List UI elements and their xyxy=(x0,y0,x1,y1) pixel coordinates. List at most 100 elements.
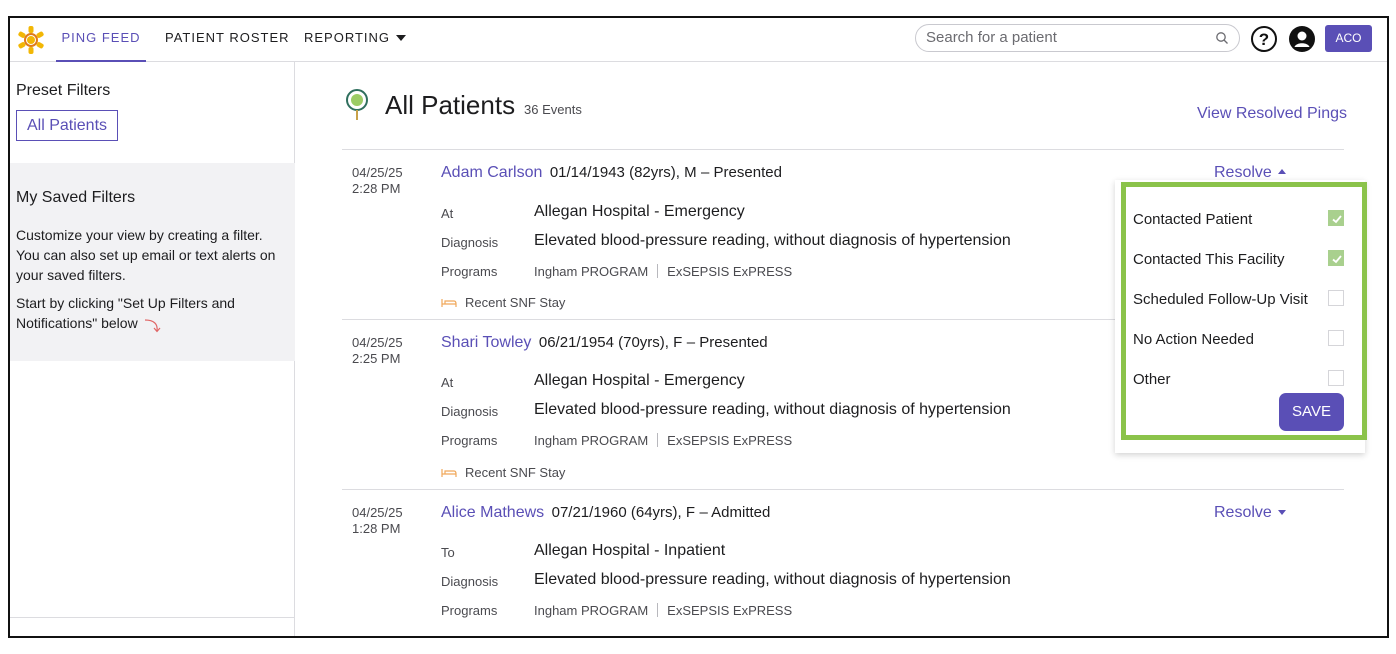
search-icon[interactable] xyxy=(1215,31,1229,45)
preset-filters-title: Preset Filters xyxy=(16,82,111,99)
location-value: Allegan Hospital - Emergency xyxy=(534,372,745,389)
checkbox-no-action[interactable] xyxy=(1328,330,1344,346)
user-avatar-icon[interactable] xyxy=(1288,25,1316,53)
checkmark-icon xyxy=(1332,215,1342,224)
programs-value: Ingham PROGRAM ExSEPSIS ExPRESS xyxy=(534,603,792,618)
program-tag: ExSEPSIS ExPRESS xyxy=(667,433,793,448)
resolve-option-contacted-patient[interactable]: Contacted Patient xyxy=(1133,211,1252,228)
ping-location-icon xyxy=(346,89,368,120)
nav-ping-feed[interactable]: PING FEED xyxy=(56,18,146,62)
programs-label: Programs xyxy=(441,603,498,618)
programs-label: Programs xyxy=(441,433,498,448)
location-label: At xyxy=(441,206,454,221)
ping-date: 04/25/25 xyxy=(352,165,403,180)
saved-filters-panel: My Saved Filters Customize your view by … xyxy=(10,163,295,361)
view-resolved-pings-link[interactable]: View Resolved Pings xyxy=(1197,105,1347,123)
ping-date: 04/25/25 xyxy=(352,505,403,520)
save-button[interactable]: SAVE xyxy=(1279,393,1344,431)
snf-stay-label: Recent SNF Stay xyxy=(465,295,566,310)
programs-label: Programs xyxy=(441,264,498,279)
diagnosis-value: Elevated blood-pressure reading, without… xyxy=(534,232,1011,249)
nav-patient-roster[interactable]: PATIENT ROSTER xyxy=(165,18,290,62)
event-count: 36 Events xyxy=(524,102,582,117)
snf-stay-badge: Recent SNF Stay xyxy=(441,295,565,310)
page-title: All Patients xyxy=(385,90,516,120)
ping-time: 2:25 PM xyxy=(352,351,401,366)
location-value: Allegan Hospital - Inpatient xyxy=(534,542,726,559)
help-icon[interactable]: ? xyxy=(1250,25,1278,53)
program-tag: Ingham PROGRAM xyxy=(534,433,649,448)
ping-timestamp: 04/25/25 1:28 PM xyxy=(352,505,403,537)
bed-icon xyxy=(441,469,457,477)
resolve-toggle[interactable]: Resolve xyxy=(1214,504,1286,522)
snf-stay-label: Recent SNF Stay xyxy=(465,465,566,480)
curved-arrow-icon xyxy=(144,319,161,333)
patient-dob: 07/21/1960 (64yrs), F xyxy=(551,504,696,521)
program-tag: Ingham PROGRAM xyxy=(534,264,649,279)
patient-dob: 06/21/1954 (70yrs), F xyxy=(538,334,683,351)
ping-status: – Presented xyxy=(686,334,768,351)
ping-timestamp: 04/25/25 2:28 PM xyxy=(352,165,403,197)
checkbox-contacted-facility[interactable] xyxy=(1328,250,1344,266)
search-input[interactable]: Search for a patient xyxy=(915,24,1240,52)
resolve-option-other[interactable]: Other xyxy=(1133,371,1171,388)
checkmark-icon xyxy=(1332,255,1342,264)
search-placeholder: Search for a patient xyxy=(926,29,1057,46)
ping-entry: 04/25/25 1:28 PM Alice Mathews 07/21/1960… xyxy=(342,489,1344,636)
patient-name-link[interactable]: Alice Mathews xyxy=(441,504,544,521)
logo-icon xyxy=(18,26,44,54)
location-value: Allegan Hospital - Emergency xyxy=(534,203,745,220)
diagnosis-value: Elevated blood-pressure reading, without… xyxy=(534,571,1011,588)
ping-timestamp: 04/25/25 2:25 PM xyxy=(352,335,403,367)
caret-down-icon xyxy=(396,35,407,41)
resolve-option-contacted-facility[interactable]: Contacted This Facility xyxy=(1133,251,1284,268)
sidebar: Preset Filters All Patients My Saved Fil… xyxy=(10,62,295,636)
saved-filters-title: My Saved Filters xyxy=(16,189,136,206)
ping-time: 2:28 PM xyxy=(352,181,401,196)
checkbox-follow-up[interactable] xyxy=(1328,290,1344,306)
saved-filters-description: Customize your view by creating a filter… xyxy=(16,227,276,283)
location-label: To xyxy=(441,545,455,560)
programs-value: Ingham PROGRAM ExSEPSIS ExPRESS xyxy=(534,433,792,448)
ping-date: 04/25/25 xyxy=(352,335,403,350)
diagnosis-label: Diagnosis xyxy=(441,235,499,250)
caret-up-icon xyxy=(1277,169,1286,174)
nav-reporting-label: REPORTING xyxy=(304,30,391,45)
sidebar-divider xyxy=(10,617,295,618)
diagnosis-label: Diagnosis xyxy=(441,574,499,589)
programs-value: Ingham PROGRAM ExSEPSIS ExPRESS xyxy=(534,264,792,279)
patient-header: Shari Towley 06/21/1954 (70yrs), F – Pre… xyxy=(441,334,768,352)
ping-status: – Admitted xyxy=(699,504,771,521)
diagnosis-label: Diagnosis xyxy=(441,404,499,419)
caret-down-icon xyxy=(1277,510,1286,515)
nav-reporting[interactable]: REPORTING xyxy=(304,18,407,62)
saved-filters-hint: Start by clicking "Set Up Filters and No… xyxy=(16,293,286,334)
program-tag: ExSEPSIS ExPRESS xyxy=(667,264,793,279)
bed-icon xyxy=(441,299,457,307)
program-tag: ExSEPSIS ExPRESS xyxy=(667,603,793,618)
resolve-option-follow-up[interactable]: Scheduled Follow-Up Visit xyxy=(1133,291,1308,308)
resolve-label: Resolve xyxy=(1214,504,1272,521)
checkbox-contacted-patient[interactable] xyxy=(1328,210,1344,226)
diagnosis-value: Elevated blood-pressure reading, without… xyxy=(534,401,1011,418)
patient-header: Adam Carlson 01/14/1943 (82yrs), M – Pre… xyxy=(441,164,782,182)
resolve-option-no-action[interactable]: No Action Needed xyxy=(1133,331,1254,348)
top-nav: PING FEED PATIENT ROSTER REPORTING Searc… xyxy=(10,18,1387,62)
ping-status: – Presented xyxy=(701,164,782,181)
svg-text:?: ? xyxy=(1259,30,1269,49)
ping-time: 1:28 PM xyxy=(352,521,401,536)
patient-name-link[interactable]: Shari Towley xyxy=(441,334,531,351)
saved-filters-hint-text: Start by clicking "Set Up Filters and No… xyxy=(16,295,235,331)
program-separator xyxy=(657,603,659,617)
program-separator xyxy=(657,264,659,278)
location-label: At xyxy=(441,375,454,390)
snf-stay-badge: Recent SNF Stay xyxy=(441,465,565,480)
account-button[interactable]: ACO xyxy=(1325,25,1372,52)
patient-header: Alice Mathews 07/21/1960 (64yrs), F – Ad… xyxy=(441,504,770,522)
program-separator xyxy=(657,433,659,447)
checkbox-other[interactable] xyxy=(1328,370,1344,386)
resolve-label: Resolve xyxy=(1214,164,1272,181)
patient-dob: 01/14/1943 (82yrs), M xyxy=(549,164,697,181)
patient-name-link[interactable]: Adam Carlson xyxy=(441,164,542,181)
filter-all-patients-button[interactable]: All Patients xyxy=(16,110,118,141)
